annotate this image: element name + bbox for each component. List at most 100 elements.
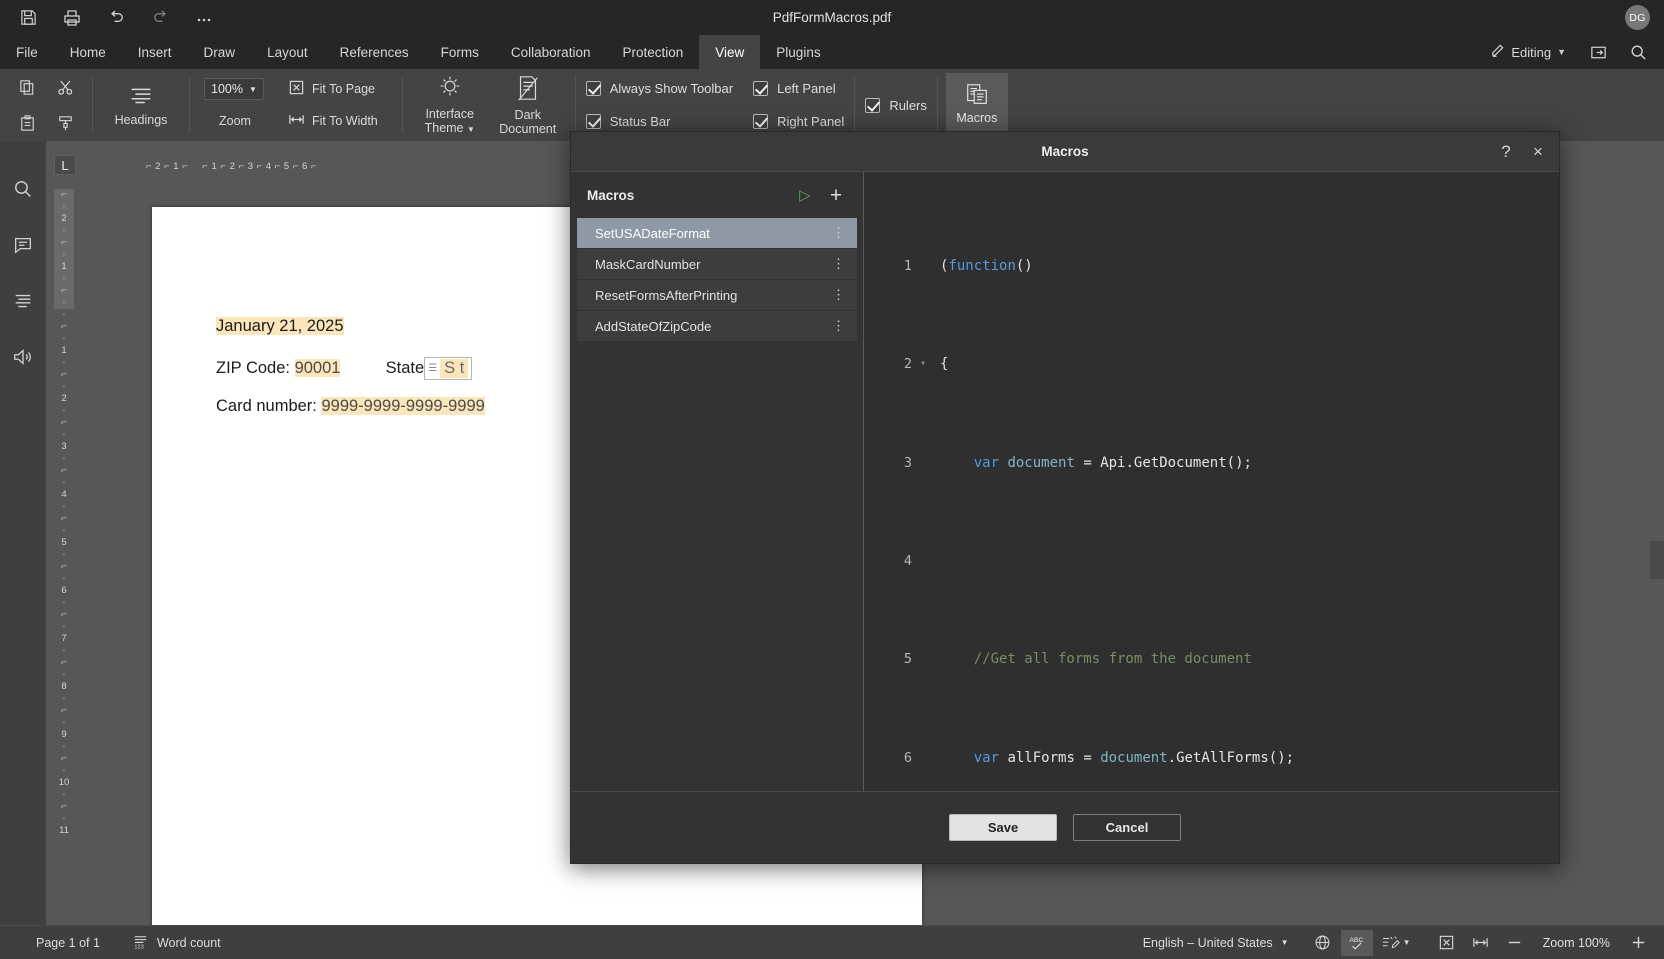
zoom-level-select[interactable]: 100% ▼ xyxy=(204,78,264,100)
zip-value[interactable]: 90001 xyxy=(294,358,341,377)
status-bar-label[interactable]: Status Bar xyxy=(610,114,671,129)
always-show-toolbar-checkbox[interactable] xyxy=(585,81,601,96)
fold-marker[interactable]: ▾ xyxy=(916,352,930,377)
run-macro-icon[interactable]: ▷ xyxy=(795,186,815,204)
tab-draw[interactable]: Draw xyxy=(188,35,252,69)
copy-icon[interactable] xyxy=(10,71,44,103)
tab-collaboration[interactable]: Collaboration xyxy=(495,35,607,69)
line-number: 4 xyxy=(903,552,912,569)
save-icon[interactable] xyxy=(6,1,50,35)
macro-options-icon[interactable]: ⋮ xyxy=(828,288,849,301)
fit-width-icon xyxy=(288,111,305,131)
status-bar-checkbox[interactable] xyxy=(585,114,601,129)
interface-theme-button[interactable]: Interface Theme ▼ xyxy=(411,69,489,141)
hruler-left-ticks: ⌐ 2 ⌐ 1 ⌐ xyxy=(146,160,189,172)
more-icon[interactable] xyxy=(182,1,226,35)
paste-icon[interactable] xyxy=(10,107,44,139)
cut-icon[interactable] xyxy=(48,71,82,103)
horizontal-ruler[interactable]: ⌐ 2 ⌐ 1 ⌐ ⌐ 1 ⌐ 2 ⌐ 3 ⌐ 4 ⌐ 5 ⌐ 6 ⌐ xyxy=(146,157,576,175)
spellcheck-icon[interactable]: ABC xyxy=(1340,929,1373,956)
vertical-ruler[interactable]: ⌐ · 2 · ⌐ · 1 · ⌐ · · ⌐ · 1 · ⌐ · 2 · ⌐ · 3 · ⌐ · 4 ·… xyxy=(54,189,74,925)
code-line[interactable]: 2 ▾ { xyxy=(864,352,1559,377)
open-location-icon[interactable] xyxy=(1578,35,1618,69)
fit-to-page-button[interactable]: Fit To Page xyxy=(278,79,385,99)
zoom-in-icon[interactable] xyxy=(1622,930,1654,956)
tab-stop-selector[interactable]: L xyxy=(54,155,76,175)
macro-list-item[interactable]: SetUSADateFormat ⋮ xyxy=(577,218,857,248)
right-panel-label[interactable]: Right Panel xyxy=(777,114,844,129)
help-icon[interactable]: ? xyxy=(1495,143,1517,160)
language-globe-icon[interactable] xyxy=(1307,930,1339,956)
format-painter-icon[interactable] xyxy=(48,107,82,139)
rulers-checkbox[interactable] xyxy=(865,97,881,113)
headings-button[interactable]: Headings xyxy=(101,79,181,131)
rulers-label[interactable]: Rulers xyxy=(889,98,927,113)
date-form-field[interactable]: January 21, 2025 xyxy=(216,317,344,336)
state-dropdown-field[interactable]: ☰ S t xyxy=(424,357,473,380)
sidebar-search-icon[interactable] xyxy=(7,173,39,205)
redo-icon[interactable] xyxy=(138,1,182,35)
vruler-label: 2 xyxy=(61,393,67,404)
word-count-button[interactable]: 123 Word count xyxy=(116,933,237,953)
tab-layout[interactable]: Layout xyxy=(251,35,324,69)
sidebar-headings-icon[interactable] xyxy=(7,285,39,317)
code-line[interactable]: 4 xyxy=(864,549,1559,574)
language-selector[interactable]: English – United States ▼ xyxy=(1127,936,1305,950)
user-avatar[interactable]: DG xyxy=(1625,5,1650,30)
macro-options-icon[interactable]: ⋮ xyxy=(828,257,849,270)
right-panel-checkbox[interactable] xyxy=(753,114,769,129)
dropdown-handle-icon: ☰ xyxy=(428,363,438,374)
tab-view[interactable]: View xyxy=(699,35,761,69)
code-text: (function() xyxy=(940,257,1033,274)
rulers-row[interactable]: Rulers xyxy=(865,89,927,122)
zoom-out-icon[interactable] xyxy=(1499,930,1531,956)
sidebar-comments-icon[interactable] xyxy=(7,229,39,261)
macro-code-editor[interactable]: 1 (function() 2 ▾ { 3 var document = Api… xyxy=(863,172,1559,791)
macro-list-item[interactable]: ResetFormsAfterPrinting ⋮ xyxy=(577,280,857,310)
print-icon[interactable] xyxy=(50,1,94,35)
left-panel-row[interactable]: Left Panel xyxy=(753,72,844,105)
zoom-level-label[interactable]: Zoom 100% xyxy=(1533,936,1620,950)
dark-document-button[interactable]: Dark Document xyxy=(489,70,567,140)
cancel-button[interactable]: Cancel xyxy=(1073,814,1181,841)
macros-list-title: Macros xyxy=(587,187,635,203)
fit-to-width-button[interactable]: Fit To Width xyxy=(278,111,388,131)
tab-plugins[interactable]: Plugins xyxy=(760,35,836,69)
tab-insert[interactable]: Insert xyxy=(122,35,188,69)
tab-references[interactable]: References xyxy=(324,35,425,69)
always-show-toolbar-label[interactable]: Always Show Toolbar xyxy=(610,81,733,96)
macros-dialog: Macros ? × Macros ▷ + SetUSADateFormat ⋮… xyxy=(570,131,1560,864)
macro-options-icon[interactable]: ⋮ xyxy=(828,226,849,239)
editing-mode-button[interactable]: Editing ▼ xyxy=(1478,35,1578,69)
fit-page-icon[interactable] xyxy=(1431,930,1463,956)
always-show-toolbar-row[interactable]: Always Show Toolbar xyxy=(585,72,733,105)
card-number-value[interactable]: 9999-9999-9999-9999 xyxy=(321,397,485,415)
code-line[interactable]: 5 //Get all forms from the document xyxy=(864,647,1559,672)
code-line[interactable]: 3 var document = Api.GetDocument(); xyxy=(864,451,1559,476)
left-panel-label[interactable]: Left Panel xyxy=(777,81,836,96)
search-icon[interactable] xyxy=(1618,35,1658,69)
close-icon[interactable]: × xyxy=(1527,143,1549,160)
macro-list-item[interactable]: MaskCardNumber ⋮ xyxy=(577,249,857,279)
sidebar-text-to-speech-icon[interactable] xyxy=(7,341,39,373)
code-content[interactable]: 1 (function() 2 ▾ { 3 var document = Api… xyxy=(864,172,1559,791)
track-changes-icon[interactable]: ▼ xyxy=(1375,930,1417,956)
macro-name: ResetFormsAfterPrinting xyxy=(595,287,738,303)
fit-width-icon[interactable] xyxy=(1465,930,1497,956)
page-indicator[interactable]: Page 1 of 1 xyxy=(20,936,116,950)
tab-file[interactable]: File xyxy=(0,35,54,69)
tab-home[interactable]: Home xyxy=(54,35,122,69)
macro-options-icon[interactable]: ⋮ xyxy=(828,319,849,332)
tab-forms[interactable]: Forms xyxy=(425,35,495,69)
macro-list-item[interactable]: AddStateOfZipCode ⋮ xyxy=(577,311,857,341)
save-button[interactable]: Save xyxy=(949,814,1057,841)
code-line[interactable]: 1 (function() xyxy=(864,254,1559,279)
add-macro-icon[interactable]: + xyxy=(825,185,847,206)
tab-protection[interactable]: Protection xyxy=(606,35,699,69)
left-panel-checkbox[interactable] xyxy=(753,81,769,96)
undo-icon[interactable] xyxy=(94,1,138,35)
macros-ribbon-button[interactable]: Macros xyxy=(945,73,1008,133)
line-number: 1 xyxy=(903,257,912,274)
code-line[interactable]: 6 var allForms = document.GetAllForms(); xyxy=(864,746,1559,771)
line-number: 2 xyxy=(903,356,912,373)
